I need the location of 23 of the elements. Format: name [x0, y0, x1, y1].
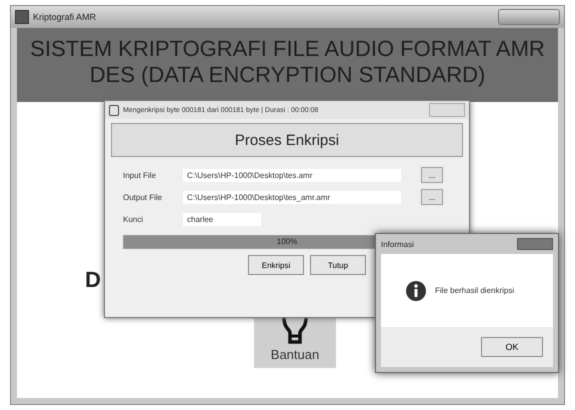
browse-button[interactable]: ... — [421, 189, 443, 205]
input-field[interactable]: charlee — [183, 212, 261, 226]
message-text: File berhasil dienkripsi — [435, 286, 514, 295]
dialog-heading: Proses Enkripsi — [234, 132, 340, 148]
field-label: Output File — [123, 192, 164, 202]
dialog-title: Informasi — [381, 240, 415, 248]
menu-label: D — [85, 267, 101, 293]
field-label: Input File — [123, 170, 157, 180]
ok-button[interactable]: OK — [481, 337, 543, 357]
close-button[interactable] — [429, 103, 465, 117]
progress-reading: 100% — [276, 236, 298, 248]
field-label: Kunci — [123, 214, 144, 224]
info-icon — [405, 280, 427, 302]
dialog-button[interactable]: Tutup — [310, 255, 366, 275]
dialog-button[interactable]: Enkripsi — [248, 255, 304, 275]
app-icon — [15, 10, 29, 24]
window-title: Kriptografi AMR — [33, 12, 98, 22]
app-heading: SISTEM KRIPTOGRAFI FILE AUDIO FORMAT AMR DES (DATA ENCRYPTION STANDARD) — [29, 36, 546, 88]
browse-button[interactable]: ... — [421, 167, 443, 183]
input-field[interactable]: C:\Users\HP-1000\Desktop\tes_amr.amr — [183, 190, 401, 204]
close-button[interactable] — [517, 238, 553, 250]
input-field[interactable]: C:\Users\HP-1000\Desktop\tes.amr — [183, 168, 401, 182]
lightbulb-icon — [280, 315, 310, 345]
